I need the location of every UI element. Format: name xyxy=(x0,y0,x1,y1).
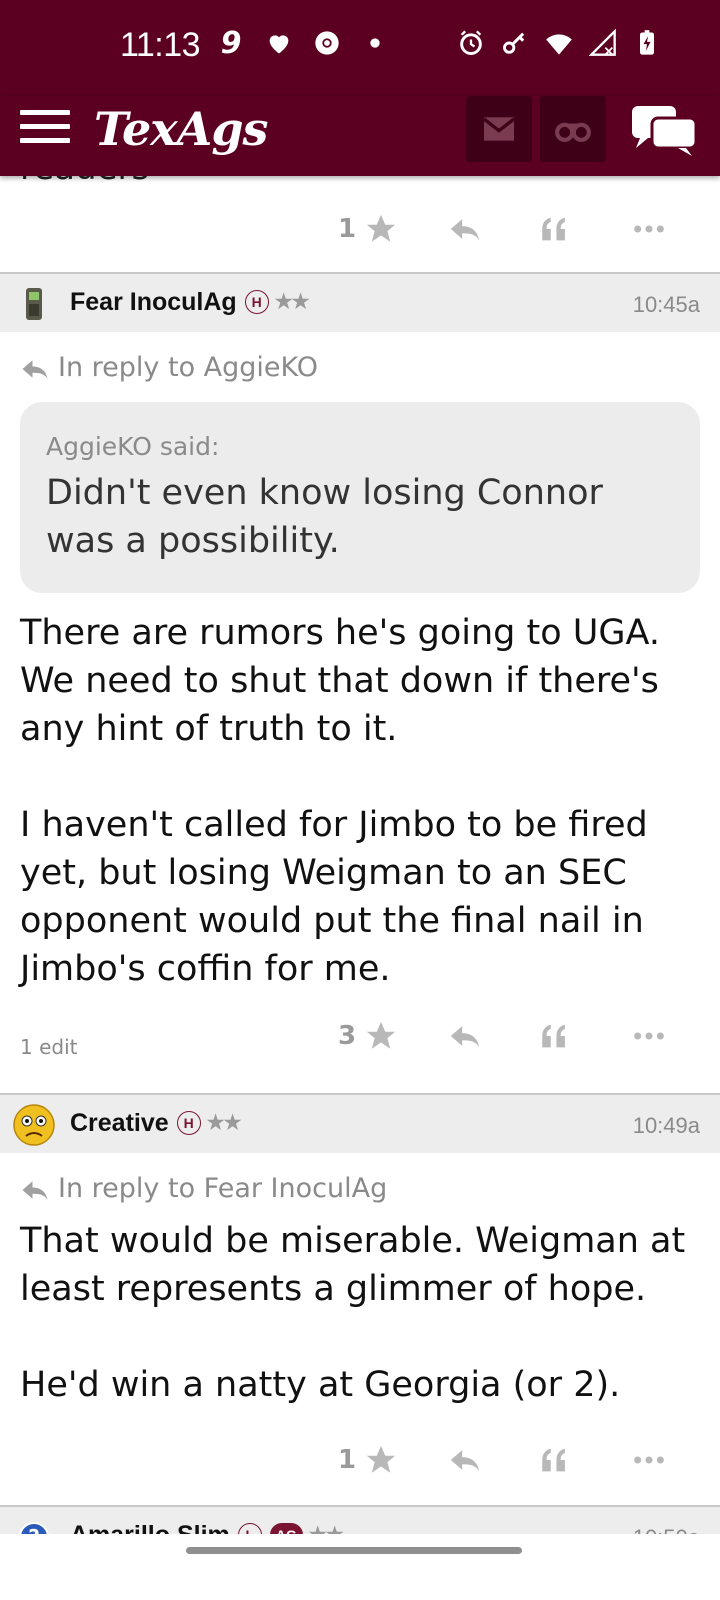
post-actions: 1 xyxy=(0,1409,720,1505)
more-dots-icon xyxy=(634,1032,664,1040)
post-header: Fear InoculAg H ★★ 10:45a xyxy=(0,272,720,332)
star-button[interactable]: 3 xyxy=(338,1019,398,1053)
reply-icon xyxy=(450,1450,480,1472)
reply-to-link[interactable]: In reply to Fear InoculAg xyxy=(0,1153,720,1209)
reply-to-link[interactable]: In reply to AggieKO xyxy=(0,332,720,388)
post-username[interactable]: Creative H ★★ xyxy=(70,1109,242,1138)
envelope-icon xyxy=(482,117,516,141)
key-icon xyxy=(500,28,530,58)
carrier-icon: 9 xyxy=(220,25,242,61)
reply-button[interactable] xyxy=(448,1443,482,1477)
post-actions: 1 xyxy=(0,176,720,272)
quote-button[interactable] xyxy=(538,1019,572,1053)
reply-icon xyxy=(450,1026,480,1048)
more-button[interactable] xyxy=(632,212,666,246)
reply-button[interactable] xyxy=(448,1019,482,1053)
menu-icon[interactable] xyxy=(20,110,70,150)
binoculars-icon xyxy=(555,122,591,142)
dot-icon xyxy=(360,28,390,58)
signal-icon xyxy=(588,28,618,58)
edit-count[interactable]: 1 edit xyxy=(20,1035,77,1059)
reply-button[interactable] xyxy=(448,212,482,246)
app-header: TexAgs xyxy=(0,96,720,176)
quote-icon xyxy=(542,1448,565,1472)
wifi-icon xyxy=(544,28,574,58)
quote-author: AggieKO said: xyxy=(46,432,220,461)
quote-text: Didn't even know losing Connor was a pos… xyxy=(46,473,603,561)
more-dots-icon xyxy=(634,225,664,233)
chat-button[interactable] xyxy=(630,102,700,158)
thread-content: readers 1 Fear InoculAgH★★ 10:45a In rep… xyxy=(0,148,720,1565)
star-icon xyxy=(366,214,396,242)
more-button[interactable] xyxy=(632,1443,666,1477)
quote-icon xyxy=(542,217,565,241)
user-stars: ★★ xyxy=(206,1112,242,1134)
star-icon xyxy=(366,1445,396,1473)
post-header: Creative H ★★ 10:49a xyxy=(0,1093,720,1153)
post-time[interactable]: 10:45a xyxy=(633,292,700,318)
star-count: 3 xyxy=(338,1021,357,1051)
member-badge-h: H xyxy=(176,1111,201,1135)
chrome-icon xyxy=(312,28,342,58)
status-bar: 11:13 9 xyxy=(0,0,720,96)
star-button[interactable]: 1 xyxy=(338,1443,398,1477)
star-button[interactable]: 1 xyxy=(338,212,398,246)
avatar xyxy=(26,288,42,320)
status-time: 11:13 xyxy=(120,26,201,64)
home-indicator[interactable] xyxy=(186,1547,522,1554)
post-username[interactable]: Fear InoculAg H ★★ xyxy=(70,288,310,317)
chat-bubbles-icon xyxy=(632,106,698,156)
post-time[interactable]: 10:49a xyxy=(633,1113,700,1139)
post-body: There are rumors he's going to UGA. We n… xyxy=(20,613,660,989)
quote-button[interactable] xyxy=(538,1443,572,1477)
post-actions: 1 edit 3 xyxy=(0,993,720,1093)
star-count: 1 xyxy=(338,1445,357,1475)
avatar xyxy=(13,1104,55,1146)
post-body: That would be miserable. Weigman at leas… xyxy=(20,1221,686,1405)
watchlist-button[interactable] xyxy=(540,96,606,162)
quote-icon xyxy=(542,1024,565,1048)
alarm-icon xyxy=(456,28,486,58)
star-count: 1 xyxy=(338,214,357,244)
member-badge-h: H xyxy=(244,290,269,314)
brand-logo[interactable]: TexAgs xyxy=(94,102,268,156)
reply-arrow-icon xyxy=(22,360,48,379)
heart-icon xyxy=(264,28,294,58)
battery-charging-icon xyxy=(632,28,662,58)
navigation-area xyxy=(0,1534,720,1600)
more-button[interactable] xyxy=(632,1019,666,1053)
messages-button[interactable] xyxy=(466,96,532,162)
quote-button[interactable] xyxy=(538,212,572,246)
star-icon xyxy=(366,1021,396,1049)
user-stars: ★★ xyxy=(274,291,310,313)
reply-arrow-icon xyxy=(22,1181,48,1200)
reply-icon xyxy=(450,219,480,241)
more-dots-icon xyxy=(634,1456,664,1464)
quoted-post: AggieKO said: Didn't even know losing Co… xyxy=(20,402,700,593)
